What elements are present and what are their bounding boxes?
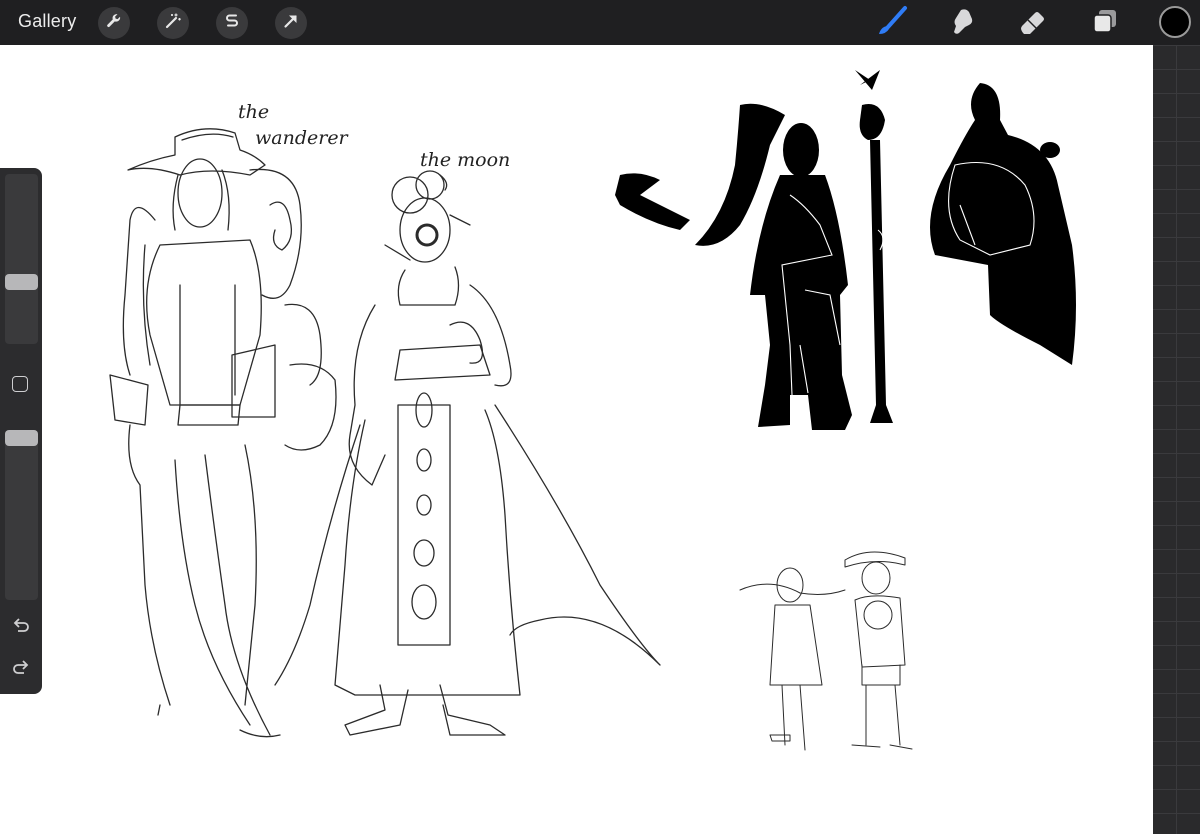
- layers-button[interactable]: [1089, 7, 1121, 39]
- brush-size-thumb[interactable]: [5, 274, 38, 291]
- selection-button[interactable]: [216, 7, 248, 39]
- gallery-button[interactable]: Gallery: [18, 11, 76, 32]
- wrench-icon: [105, 12, 123, 35]
- undo-icon: [9, 618, 33, 642]
- opacity-thumb[interactable]: [5, 430, 38, 446]
- brush-icon: [876, 5, 908, 42]
- arrow-cursor-icon: [282, 12, 300, 35]
- label-wanderer-line1: the: [238, 101, 270, 123]
- silhouettes: [615, 70, 1076, 430]
- top-toolbar: Gallery: [0, 0, 1200, 45]
- drawing-canvas[interactable]: the wanderer the moon: [0, 45, 1153, 834]
- small-sketches: [739, 551, 913, 751]
- moon-sketch: [274, 170, 661, 736]
- redo-icon: [9, 660, 33, 684]
- magic-wand-icon: [164, 12, 182, 35]
- wanderer-sketch: [109, 128, 337, 738]
- selection-s-icon: [223, 12, 241, 35]
- eraser-tool-button[interactable]: [1017, 7, 1049, 39]
- modify-button[interactable]: [12, 376, 28, 392]
- brush-tool-button[interactable]: [876, 5, 908, 42]
- smudge-tool-button[interactable]: [946, 7, 978, 39]
- label-wanderer-line2: wanderer: [255, 127, 348, 149]
- actions-button[interactable]: [98, 7, 130, 39]
- eraser-icon: [1018, 6, 1048, 41]
- adjustments-button[interactable]: [157, 7, 189, 39]
- brush-size-slider[interactable]: [5, 174, 38, 344]
- label-moon: the moon: [420, 149, 511, 171]
- smudge-icon: [947, 6, 977, 41]
- opacity-slider[interactable]: [5, 430, 38, 600]
- artwork: [109, 70, 1076, 751]
- undo-button[interactable]: [9, 614, 33, 638]
- redo-button[interactable]: [9, 656, 33, 680]
- side-bar: [0, 168, 42, 694]
- layers-icon: [1090, 6, 1120, 41]
- transform-button[interactable]: [275, 7, 307, 39]
- color-picker-button[interactable]: [1159, 6, 1191, 38]
